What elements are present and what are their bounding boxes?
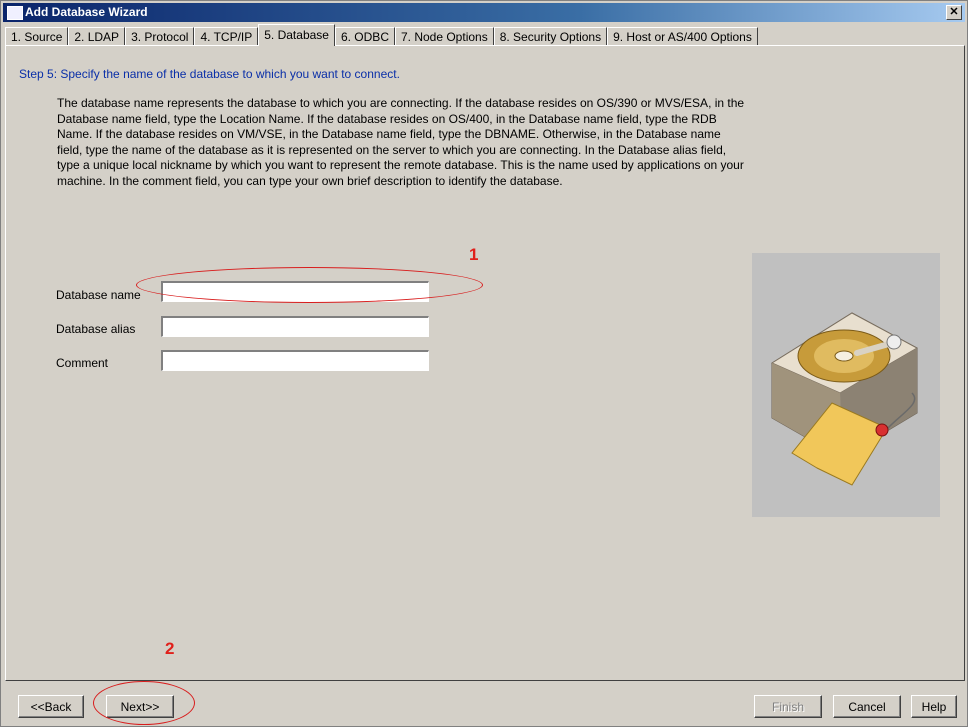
tab-node-options[interactable]: 7. Node Options	[394, 27, 494, 46]
annotation-ring-2	[93, 681, 195, 725]
database-name-label: Database name	[56, 288, 141, 302]
comment-label: Comment	[56, 356, 109, 370]
wizard-window: Add Database Wizard ✕ 1. Source 2. LDAP …	[0, 0, 968, 727]
close-button[interactable]: ✕	[946, 5, 962, 20]
tab-protocol[interactable]: 3. Protocol	[125, 27, 195, 46]
app-icon	[7, 6, 23, 20]
description-text: The database name represents the databas…	[57, 96, 745, 188]
annotation-ring-1	[136, 267, 483, 303]
step-instruction: Step 5: Specify the name of the database…	[19, 67, 400, 81]
annotation-number-1: 1	[469, 245, 479, 264]
tab-ldap[interactable]: 2. LDAP	[68, 27, 126, 46]
tab-source[interactable]: 1. Source	[5, 27, 69, 46]
tab-database[interactable]: 5. Database	[258, 24, 335, 46]
title-bar[interactable]: Add Database Wizard ✕	[3, 3, 965, 22]
tab-tcpip[interactable]: 4. TCP/IP	[194, 27, 259, 46]
annotation-number-2: 2	[165, 639, 175, 658]
comment-field[interactable]	[161, 350, 429, 371]
cancel-button[interactable]: Cancel	[833, 695, 901, 718]
tab-host-as400-options[interactable]: 9. Host or AS/400 Options	[607, 27, 758, 46]
tab-security-options[interactable]: 8. Security Options	[493, 27, 608, 46]
database-alias-label: Database alias	[56, 322, 136, 336]
finish-button[interactable]: Finish	[754, 695, 822, 718]
hard-drive-with-tag-icon	[770, 312, 919, 486]
tab-odbc[interactable]: 6. ODBC	[334, 27, 395, 46]
database-alias-field[interactable]	[161, 316, 429, 337]
wizard-illustration-panel	[752, 253, 940, 517]
help-button[interactable]: Help	[911, 695, 957, 718]
window-title: Add Database Wizard	[25, 5, 148, 19]
tab-strip: 1. Source 2. LDAP 3. Protocol 4. TCP/IP …	[5, 24, 758, 46]
back-button[interactable]: <<Back	[18, 695, 84, 718]
